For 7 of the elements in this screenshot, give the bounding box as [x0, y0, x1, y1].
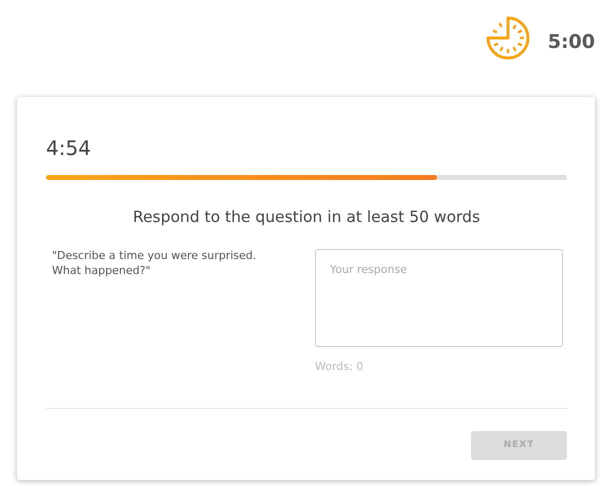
total-time: 5:00	[548, 30, 595, 55]
instruction-text: Respond to the question in at least 50 words	[132, 207, 482, 228]
remaining-time: 4:54	[46, 135, 92, 162]
question-text: "Describe a time you were surprised. What happened?"	[52, 249, 258, 279]
stopwatch-icon	[484, 14, 532, 62]
word-count: Words: 0	[315, 359, 364, 376]
response-field[interactable]: Your response	[315, 249, 563, 348]
